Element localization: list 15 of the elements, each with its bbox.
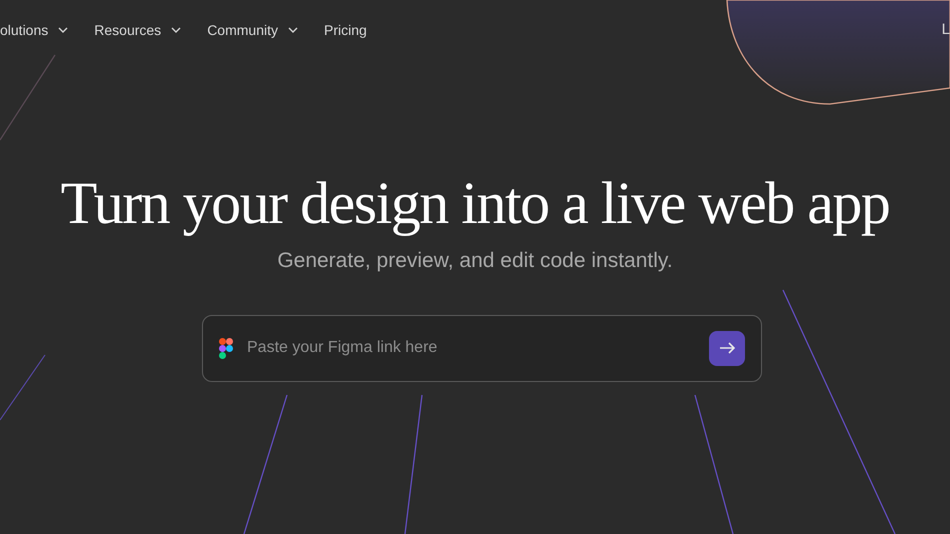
chevron-down-icon [288,27,298,33]
nav-link[interactable]: Community [207,20,298,40]
nav-link[interactable]: L [942,19,950,42]
chevron-down-icon [171,27,182,33]
figma-icon [219,338,233,358]
chevron-down-icon [58,27,68,33]
hero-title: Turn your design into a live web app [60,169,890,238]
submit-button[interactable] [709,330,745,366]
link-input-field[interactable]: Paste your Figma link here [202,314,762,382]
nav-link[interactable]: Pricing [324,20,367,40]
arrow-right-icon [719,342,735,354]
link-input[interactable]: Paste your Figma link here [247,336,709,360]
nav-link[interactable]: olutions [0,20,68,40]
nav-link[interactable]: Resources [94,20,182,40]
hero-subtitle: Generate, preview, and edit code instantly. [276,248,674,274]
